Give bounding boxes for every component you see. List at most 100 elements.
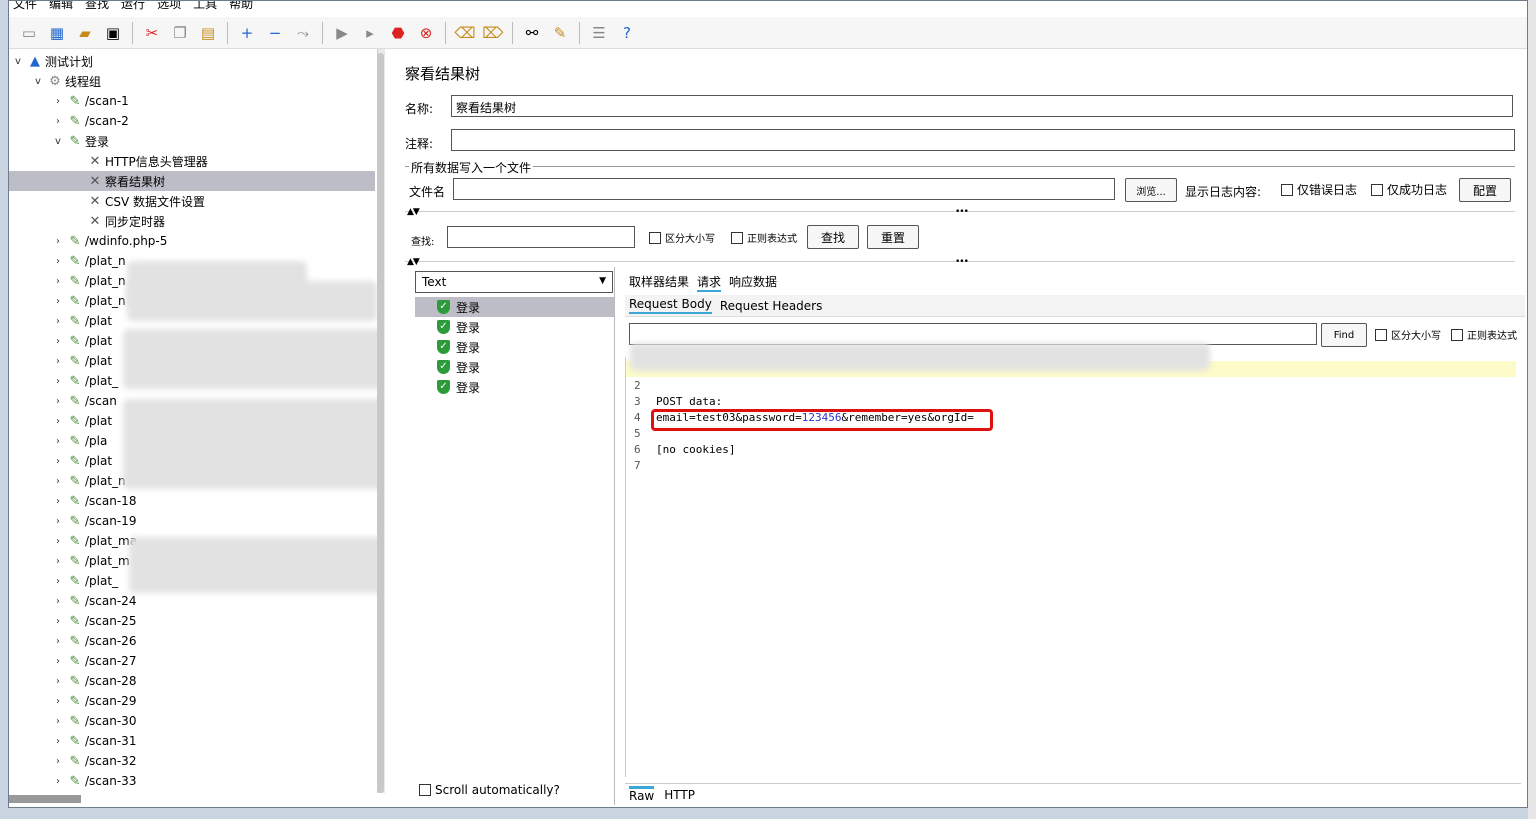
- chevron-down-icon[interactable]: v: [11, 56, 25, 67]
- chevron-right-icon[interactable]: ›: [51, 696, 65, 707]
- tree-item[interactable]: v ✎ 登录: [51, 131, 109, 151]
- renderer-select[interactable]: Text ▼: [415, 271, 613, 293]
- chevron-right-icon[interactable]: ›: [51, 636, 65, 647]
- search-icon[interactable]: ⚯: [520, 21, 544, 45]
- tree-hscrollbar[interactable]: [9, 795, 81, 803]
- menu-help[interactable]: 帮助: [229, 1, 253, 13]
- paste-icon[interactable]: ▤: [196, 21, 220, 45]
- chevron-right-icon[interactable]: ›: [51, 516, 65, 527]
- errors-only-checkbox[interactable]: 仅错误日志: [1281, 181, 1357, 198]
- chevron-down-icon[interactable]: ▼: [599, 276, 606, 286]
- chevron-right-icon[interactable]: ›: [51, 316, 65, 327]
- chevron-right-icon[interactable]: ›: [51, 236, 65, 247]
- chevron-right-icon[interactable]: ›: [51, 276, 65, 287]
- chevron-right-icon[interactable]: ›: [51, 536, 65, 547]
- tree-item[interactable]: › ✎ /plat: [51, 311, 112, 331]
- tree-item[interactable]: › ✎ /plat: [51, 411, 112, 431]
- result-item[interactable]: ✓ 登录: [415, 357, 615, 377]
- chevron-right-icon[interactable]: ›: [51, 416, 65, 427]
- tab-request-headers[interactable]: Request Headers: [720, 299, 823, 313]
- tree-scrollbar[interactable]: [377, 53, 384, 793]
- body-case-checkbox[interactable]: 区分大小写: [1375, 327, 1441, 342]
- cut-icon[interactable]: ✂: [140, 21, 164, 45]
- chevron-right-icon[interactable]: ›: [51, 296, 65, 307]
- new-icon[interactable]: ▭: [17, 21, 41, 45]
- result-item[interactable]: ✓ 登录: [415, 377, 615, 397]
- tree-item[interactable]: › ✎ /scan-24: [51, 591, 136, 611]
- clear-all-icon[interactable]: ⌦: [481, 21, 505, 45]
- chevron-right-icon[interactable]: ›: [51, 396, 65, 407]
- chevron-right-icon[interactable]: ›: [51, 776, 65, 787]
- browse-button[interactable]: 浏览...: [1125, 178, 1177, 202]
- tab-http[interactable]: HTTP: [664, 788, 695, 802]
- tree-item[interactable]: › ✎ /scan-19: [51, 511, 136, 531]
- tree-item[interactable]: › ✎ /plat_: [51, 371, 118, 391]
- tree-item[interactable]: ✕ CSV 数据文件设置: [71, 191, 205, 211]
- help-icon[interactable]: ?: [615, 21, 639, 45]
- clear-icon[interactable]: ⌫: [453, 21, 477, 45]
- tree-item[interactable]: ✕ 同步定时器: [71, 211, 165, 231]
- tree-item[interactable]: › ✎ /scan-30: [51, 711, 136, 731]
- tree-item[interactable]: › ✎ /scan-33: [51, 771, 136, 791]
- menu-options[interactable]: 选项: [157, 1, 181, 13]
- tree-item[interactable]: › ✎ /plat_n: [51, 271, 126, 291]
- tree-item[interactable]: › ✎ /scan-27: [51, 651, 136, 671]
- chevron-right-icon[interactable]: ›: [51, 476, 65, 487]
- toggle-icon[interactable]: ⤳: [291, 21, 315, 45]
- chevron-right-icon[interactable]: ›: [51, 596, 65, 607]
- configure-button[interactable]: 配置: [1459, 178, 1511, 202]
- tree-item[interactable]: › ✎ /scan-1: [51, 91, 129, 111]
- chevron-right-icon[interactable]: ›: [51, 496, 65, 507]
- body-find-field[interactable]: [629, 323, 1317, 345]
- request-body-editor[interactable]: 2 3 4 5 6 7 POST data: email=test03&pass…: [625, 343, 1521, 777]
- tree-item[interactable]: › ✎ /scan-31: [51, 731, 136, 751]
- result-item[interactable]: ✓ 登录: [415, 297, 615, 317]
- chevron-right-icon[interactable]: ›: [51, 716, 65, 727]
- tab-request-body[interactable]: Request Body: [629, 297, 712, 314]
- tab-raw[interactable]: Raw: [629, 786, 655, 803]
- stop-icon[interactable]: ⬣: [386, 21, 410, 45]
- tree-item[interactable]: › ✎ /scan-32: [51, 751, 136, 771]
- chevron-right-icon[interactable]: ›: [51, 616, 65, 627]
- templates-icon[interactable]: ▦: [45, 21, 69, 45]
- chevron-right-icon[interactable]: ›: [51, 556, 65, 567]
- case-sensitive-checkbox[interactable]: 区分大小写: [649, 230, 715, 245]
- collapse-icon[interactable]: −: [263, 21, 287, 45]
- chevron-right-icon[interactable]: ›: [51, 736, 65, 747]
- tree-item[interactable]: › ✎ /plat_n: [51, 291, 126, 311]
- tree-item[interactable]: ✕ HTTP信息头管理器: [71, 151, 208, 171]
- tree-item[interactable]: › ✎ /plat: [51, 351, 112, 371]
- tree-item[interactable]: › ✎/plat_ma: [51, 531, 137, 551]
- expand-icon[interactable]: +: [235, 21, 259, 45]
- function-helper-icon[interactable]: ☰: [587, 21, 611, 45]
- name-field[interactable]: 察看结果树: [451, 95, 1513, 117]
- chevron-right-icon[interactable]: ›: [51, 376, 65, 387]
- tree-item[interactable]: › ✎ /plat: [51, 331, 112, 351]
- chevron-right-icon[interactable]: ›: [51, 656, 65, 667]
- tree-item[interactable]: › ✎ /plat_n: [51, 471, 126, 491]
- body-find-button[interactable]: Find: [1321, 323, 1367, 347]
- chevron-down-icon[interactable]: v: [31, 76, 45, 87]
- comment-field[interactable]: [451, 129, 1515, 151]
- success-only-checkbox[interactable]: 仅成功日志: [1371, 181, 1447, 198]
- copy-icon[interactable]: ❐: [168, 21, 192, 45]
- tree-item[interactable]: › ✎ /plat: [51, 451, 112, 471]
- chevron-right-icon[interactable]: ›: [51, 456, 65, 467]
- chevron-right-icon[interactable]: ›: [51, 676, 65, 687]
- tree-item[interactable]: › ✎ /scan-18: [51, 491, 136, 511]
- filename-field[interactable]: [453, 178, 1115, 200]
- tree-item[interactable]: › ✎ /scan-2: [51, 111, 129, 131]
- chevron-right-icon[interactable]: ›: [51, 336, 65, 347]
- find-button[interactable]: 查找: [807, 225, 859, 249]
- splitter-grip[interactable]: •••: [955, 257, 969, 267]
- tree-thread-group[interactable]: v ⚙ 线程组: [31, 71, 101, 91]
- tree-item[interactable]: › ✎ /scan-26: [51, 631, 136, 651]
- tree-item[interactable]: › ✎ /scan-29: [51, 691, 136, 711]
- result-item[interactable]: ✓ 登录: [415, 337, 615, 357]
- tab-response-data[interactable]: 响应数据: [729, 273, 777, 292]
- start-icon[interactable]: ▶: [330, 21, 354, 45]
- chevron-right-icon[interactable]: ›: [51, 256, 65, 267]
- chevron-right-icon[interactable]: ›: [51, 436, 65, 447]
- chevron-right-icon[interactable]: ›: [51, 96, 65, 107]
- reset-button[interactable]: 重置: [867, 225, 919, 249]
